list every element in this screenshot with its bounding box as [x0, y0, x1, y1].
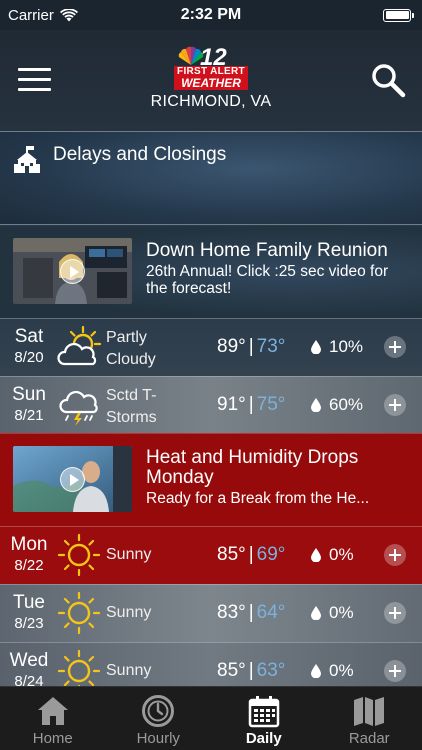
raindrop-icon	[311, 548, 321, 562]
low-temp: 64°	[256, 602, 286, 623]
tab-label: Hourly	[136, 730, 180, 747]
battery-icon	[383, 8, 414, 22]
partly-cloudy-icon	[57, 325, 102, 366]
location-label: RICHMOND, VA	[150, 93, 272, 110]
menu-button[interactable]	[18, 68, 51, 92]
precip-chance: 10%	[329, 337, 364, 356]
promo-title: Down Home Family Reunion	[146, 240, 388, 261]
promo-title: Heat and Humidity Drops Monday	[146, 447, 359, 488]
tab-daily[interactable]: Daily	[211, 687, 317, 750]
delays-label: Delays and Closings	[53, 144, 227, 165]
precip-chance: 60%	[329, 395, 364, 414]
forecast-row-wed[interactable]: Wed 8/24 Sunny 85° | 63° 0%	[0, 642, 422, 686]
high-temp: 89°	[217, 336, 246, 357]
sunny-icon	[57, 649, 101, 686]
tab-label: Daily	[245, 730, 282, 747]
search-icon[interactable]	[370, 62, 406, 98]
forecast-row-sat[interactable]: Sat 8/20 Partly Cloudy 89° | 73° 10%	[0, 318, 422, 376]
temperatures: 89° | 73°	[217, 336, 286, 357]
promo-subtitle: 26th Annual! Click :25 sec video for the…	[146, 263, 389, 297]
day-date: 8/23	[14, 615, 44, 632]
logo-weather: WEATHER	[174, 77, 248, 90]
battery-level	[385, 11, 409, 19]
day-name: Sun	[12, 384, 46, 405]
status-bar: Carrier 2:32 PM	[0, 0, 422, 30]
precip-chance: 0%	[329, 661, 354, 680]
temperatures: 85° | 69°	[217, 544, 286, 565]
temperatures: 85° | 63°	[217, 660, 286, 681]
expand-plus-icon[interactable]	[384, 660, 406, 682]
forecast-row-sun[interactable]: Sun 8/21 Sctd T-Storms 91° | 75° 60%	[0, 376, 422, 434]
condition-text: Partly Cloudy	[106, 329, 156, 368]
low-temp: 75°	[256, 394, 286, 415]
tab-label: Home	[32, 730, 73, 747]
thunderstorm-icon	[59, 390, 98, 426]
tab-radar[interactable]: Radar	[317, 687, 422, 750]
high-temp: 85°	[217, 544, 246, 565]
low-temp: 63°	[256, 660, 286, 681]
precip-chance: 0%	[329, 545, 354, 564]
day-name: Tue	[12, 592, 46, 613]
condition-text: Sunny	[106, 546, 152, 563]
wifi-icon	[59, 8, 78, 21]
day-name: Sat	[14, 326, 44, 347]
high-temp: 83°	[217, 602, 246, 623]
forecast-row-tue[interactable]: Tue 8/23 Sunny 83° | 64° 0%	[0, 584, 422, 642]
precip-chance: 0%	[329, 603, 354, 622]
tab-home[interactable]: Home	[0, 687, 106, 750]
day-date: 8/21	[14, 407, 44, 424]
carrier-label: Carrier	[8, 6, 54, 24]
tab-hourly[interactable]: Hourly	[106, 687, 212, 750]
map-icon	[354, 697, 385, 726]
raindrop-icon	[311, 606, 321, 620]
day-date: 8/22	[14, 557, 44, 574]
raindrop-icon	[311, 664, 321, 678]
tab-label: Radar	[348, 730, 390, 747]
low-temp: 69°	[256, 544, 286, 565]
high-temp: 91°	[217, 394, 246, 415]
video-thumbnail	[13, 238, 132, 304]
day-name: Mon	[10, 534, 48, 555]
day-name: Wed	[9, 650, 49, 671]
raindrop-icon	[311, 398, 321, 412]
home-icon	[37, 697, 68, 725]
condition-text: Sunny	[106, 662, 152, 679]
school-icon	[14, 146, 40, 173]
temperatures: 83° | 64°	[217, 602, 286, 623]
day-date: 8/20	[14, 349, 44, 366]
play-icon	[60, 467, 85, 492]
delays-and-closings[interactable]: Delays and Closings	[0, 131, 422, 225]
expand-plus-icon[interactable]	[384, 544, 406, 566]
carrier-info: Carrier	[8, 7, 78, 24]
expand-plus-icon[interactable]	[384, 336, 406, 358]
day-date: 8/24	[14, 673, 44, 686]
video-promo-family-reunion[interactable]: Down Home Family Reunion 26th Annual! Cl…	[0, 226, 422, 318]
app-header: 12 FIRST ALERT WEATHER RICHMOND, VA	[0, 30, 422, 131]
expand-plus-icon[interactable]	[384, 394, 406, 416]
video-thumbnail	[13, 446, 132, 512]
sunny-icon	[57, 591, 101, 635]
hamburger-menu-icon	[18, 68, 51, 71]
forecast-row-mon[interactable]: Mon 8/22 Sunny 85° | 69° 0%	[0, 526, 422, 584]
sunny-icon	[57, 533, 101, 577]
calendar-icon	[248, 696, 279, 728]
video-promo-heat-humidity[interactable]: Heat and Humidity Drops Monday Ready for…	[0, 433, 422, 526]
condition-text: Sctd T-Storms	[106, 387, 157, 426]
tab-bar: Home Hourly Daily Radar	[0, 686, 422, 750]
play-icon	[60, 259, 85, 284]
high-temp: 85°	[217, 660, 246, 681]
condition-text: Sunny	[106, 604, 152, 621]
temperatures: 91° | 75°	[217, 394, 286, 415]
raindrop-icon	[311, 340, 321, 354]
clock-icon	[142, 695, 175, 727]
expand-plus-icon[interactable]	[384, 602, 406, 624]
promo-subtitle: Ready for a Break from the He...	[146, 490, 370, 507]
low-temp: 73°	[256, 336, 286, 357]
first-alert-weather-logo: 12 FIRST ALERT WEATHER	[172, 44, 252, 90]
